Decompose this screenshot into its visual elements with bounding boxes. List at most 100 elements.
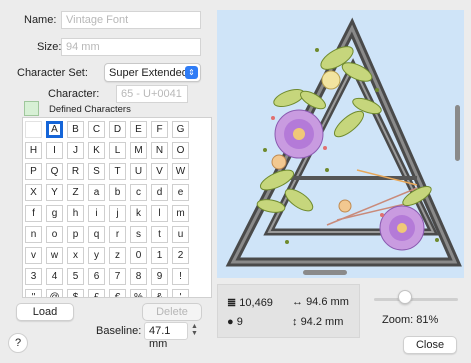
- character-cell[interactable]: X: [25, 184, 42, 201]
- character-cell[interactable]: u: [172, 226, 189, 243]
- character-cell[interactable]: 0: [130, 247, 147, 264]
- character-label: Character:: [48, 88, 100, 100]
- character-cell[interactable]: A: [46, 121, 63, 138]
- character-cell[interactable]: D: [109, 121, 126, 138]
- character-cell[interactable]: i: [88, 205, 105, 222]
- character-cell[interactable]: 7: [109, 268, 126, 285]
- character-cell[interactable]: I: [46, 142, 63, 159]
- character-cell-empty[interactable]: [25, 121, 42, 138]
- character-field[interactable]: 65 - U+0041: [116, 85, 188, 103]
- close-button[interactable]: Close: [403, 336, 457, 354]
- character-cell[interactable]: x: [67, 247, 84, 264]
- baseline-label: Baseline:: [96, 325, 142, 337]
- character-cell[interactable]: 8: [130, 268, 147, 285]
- character-cell[interactable]: z: [109, 247, 126, 264]
- character-cell[interactable]: s: [130, 226, 147, 243]
- character-cell[interactable]: P: [25, 163, 42, 180]
- character-cell[interactable]: R: [67, 163, 84, 180]
- character-cell[interactable]: j: [109, 205, 126, 222]
- character-cell[interactable]: &: [151, 289, 168, 297]
- character-cell[interactable]: H: [25, 142, 42, 159]
- character-cell[interactable]: E: [130, 121, 147, 138]
- zoom-slider[interactable]: [374, 298, 458, 301]
- character-cell[interactable]: F: [151, 121, 168, 138]
- character-cell[interactable]: 3: [25, 268, 42, 285]
- size-field[interactable]: 94 mm: [61, 38, 201, 56]
- character-cell[interactable]: G: [172, 121, 189, 138]
- character-cell[interactable]: c: [130, 184, 147, 201]
- character-cell[interactable]: t: [151, 226, 168, 243]
- character-cell[interactable]: N: [151, 142, 168, 159]
- character-cell[interactable]: q: [88, 226, 105, 243]
- character-cell[interactable]: ': [172, 289, 189, 297]
- character-cell[interactable]: B: [67, 121, 84, 138]
- character-cell[interactable]: k: [130, 205, 147, 222]
- character-cell[interactable]: $: [67, 289, 84, 297]
- character-cell[interactable]: Y: [46, 184, 63, 201]
- stitch-count-value: 10,469: [239, 297, 273, 309]
- baseline-field[interactable]: 47.1 mm: [144, 322, 188, 350]
- character-cell[interactable]: !: [172, 268, 189, 285]
- character-cell[interactable]: L: [109, 142, 126, 159]
- character-cell[interactable]: d: [151, 184, 168, 201]
- character-cell[interactable]: h: [67, 205, 84, 222]
- width-arrow-icon: ↔: [292, 296, 303, 308]
- character-cell[interactable]: y: [88, 247, 105, 264]
- character-cell[interactable]: 1: [151, 247, 168, 264]
- character-cell[interactable]: w: [46, 247, 63, 264]
- design-width: ↔ 94.6 mm: [292, 296, 349, 308]
- character-cell[interactable]: e: [172, 184, 189, 201]
- character-cell[interactable]: Z: [67, 184, 84, 201]
- character-cell[interactable]: ": [25, 289, 42, 297]
- zoom-label: Zoom: 81%: [382, 314, 439, 326]
- character-cell[interactable]: C: [88, 121, 105, 138]
- color-swatch[interactable]: [24, 101, 39, 116]
- name-field[interactable]: Vintage Font: [61, 11, 201, 29]
- embroidery-design-image: [225, 17, 462, 267]
- character-cell[interactable]: b: [109, 184, 126, 201]
- character-cell[interactable]: l: [151, 205, 168, 222]
- zoom-slider-knob[interactable]: [398, 290, 412, 304]
- character-cell[interactable]: 2: [172, 247, 189, 264]
- character-cell[interactable]: f: [25, 205, 42, 222]
- color-count: ● 9: [227, 316, 243, 328]
- size-label: Size:: [37, 41, 62, 53]
- load-button[interactable]: Load: [16, 303, 74, 321]
- delete-button[interactable]: Delete: [142, 303, 202, 321]
- character-cell[interactable]: S: [88, 163, 105, 180]
- character-cell[interactable]: v: [25, 247, 42, 264]
- character-cell[interactable]: p: [67, 226, 84, 243]
- preview-horizontal-scrollbar[interactable]: [303, 270, 347, 275]
- character-cell[interactable]: U: [130, 163, 147, 180]
- baseline-stepper[interactable]: ▲ ▼: [188, 323, 201, 339]
- character-cell[interactable]: M: [130, 142, 147, 159]
- character-cell[interactable]: %: [130, 289, 147, 297]
- character-cell[interactable]: a: [88, 184, 105, 201]
- character-cell[interactable]: g: [46, 205, 63, 222]
- character-cell[interactable]: 6: [88, 268, 105, 285]
- charset-select[interactable]: Super Extended ⇕: [104, 63, 201, 82]
- character-cell[interactable]: 9: [151, 268, 168, 285]
- help-button[interactable]: ?: [8, 333, 28, 353]
- character-grid: ABCDEFG HIJKLMNO PQRSTUVW XYZabcde fghijklm n…: [22, 117, 212, 298]
- character-cell[interactable]: T: [109, 163, 126, 180]
- design-height-value: 94.2 mm: [300, 316, 344, 328]
- character-cell[interactable]: €: [109, 289, 126, 297]
- character-cell[interactable]: @: [46, 289, 63, 297]
- character-cell[interactable]: r: [109, 226, 126, 243]
- character-cell[interactable]: £: [88, 289, 105, 297]
- design-info-panel: ≣ 10,469 ↔ 94.6 mm ● 9 ↕ 94.2 mm: [217, 284, 360, 338]
- character-cell[interactable]: W: [172, 163, 189, 180]
- character-cell[interactable]: o: [46, 226, 63, 243]
- character-cell[interactable]: K: [88, 142, 105, 159]
- character-cell[interactable]: O: [172, 142, 189, 159]
- character-cell[interactable]: n: [25, 226, 42, 243]
- character-cell[interactable]: V: [151, 163, 168, 180]
- character-cell[interactable]: 4: [46, 268, 63, 285]
- character-cell[interactable]: 5: [67, 268, 84, 285]
- preview-vertical-scrollbar[interactable]: [455, 105, 460, 161]
- character-cell[interactable]: J: [67, 142, 84, 159]
- character-cell[interactable]: Q: [46, 163, 63, 180]
- character-cell[interactable]: m: [172, 205, 189, 222]
- design-preview[interactable]: [217, 10, 464, 278]
